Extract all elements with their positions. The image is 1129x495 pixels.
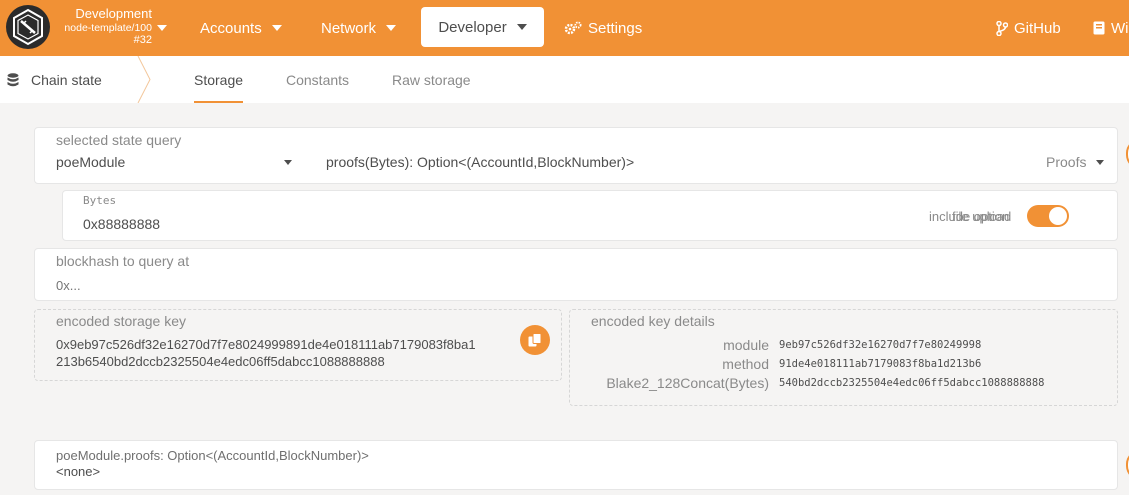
file-upload-label: file upload xyxy=(952,209,1012,224)
encoded-storage-key: encoded storage key 0x9eb97c526df32e1627… xyxy=(34,309,562,381)
nav-settings-label: Settings xyxy=(588,19,643,37)
copy-button[interactable] xyxy=(520,325,550,355)
module-dropdown[interactable]: poeModule xyxy=(35,128,305,183)
substrate-logo[interactable] xyxy=(6,5,50,49)
nav-developer[interactable]: Developer xyxy=(421,7,544,47)
nav-settings[interactable]: Settings xyxy=(564,0,642,56)
nav-github[interactable]: GitHub xyxy=(996,0,1061,56)
chevron-down-icon xyxy=(516,24,527,30)
top-navigation-bar: Development node-template/100 #32 Accoun… xyxy=(0,0,1129,56)
toggle-knob xyxy=(1049,207,1067,225)
module-value: poeModule xyxy=(56,154,126,170)
nav-wiki-label: Wi xyxy=(1111,19,1129,37)
encoded-key-label: encoded storage key xyxy=(56,313,186,329)
chain-name: Development xyxy=(75,6,152,21)
result-value: <none> xyxy=(56,464,101,479)
tab-raw-storage-label: Raw storage xyxy=(392,71,471,88)
encoded-key-line-2: 213b6540bd2dccb2325504e4edc06ff5dabcc108… xyxy=(56,354,385,369)
nav-accounts-label: Accounts xyxy=(200,19,262,37)
block-number: #32 xyxy=(133,34,152,47)
database-icon xyxy=(7,72,19,87)
key-detail-value: 540bd2dccb2325504e4edc06ff5dabcc10888888… xyxy=(779,377,1045,389)
state-query-selector: selected state query poeModule proofs(By… xyxy=(34,127,1118,184)
nav-developer-label: Developer xyxy=(438,18,507,36)
tab-storage-label: Storage xyxy=(194,71,244,88)
copy-icon xyxy=(528,332,542,346)
blockhash-label: blockhash to query at xyxy=(56,253,190,269)
method-dropdown[interactable]: proofs(Bytes): Option<(AccountId,BlockNu… xyxy=(315,128,1117,183)
cogs-icon xyxy=(564,21,582,35)
chain-runtime: node-template/100 xyxy=(64,21,152,34)
result-label: poeModule.proofs: Option<(AccountId,Bloc… xyxy=(56,448,369,463)
tab-constants-label: Constants xyxy=(286,71,350,88)
chain-selector[interactable]: Development node-template/100 #32 xyxy=(56,6,152,47)
method-signature: proofs(Bytes): Option<(AccountId,BlockNu… xyxy=(326,154,635,170)
key-detail-name: Blake2_128Concat(Bytes) xyxy=(606,375,769,391)
nav-wiki[interactable]: Wi xyxy=(1093,0,1129,56)
encoded-key-details: encoded key details module 9eb97c526df32… xyxy=(569,309,1118,406)
blockhash-input[interactable] xyxy=(56,275,1096,295)
chevron-down-icon xyxy=(386,25,397,31)
key-detail-name: module xyxy=(723,337,769,353)
nav-network-label: Network xyxy=(321,19,377,37)
section-title-label: Chain state xyxy=(31,71,102,88)
tab-constants[interactable]: Constants xyxy=(286,56,349,103)
nav-accounts[interactable]: Accounts xyxy=(200,0,282,56)
sub-navigation: Chain state Storage Constants Raw storag… xyxy=(0,56,1129,103)
key-detail-value: 91de4e018111ab7179083f8ba1d213b6 xyxy=(779,358,982,370)
tab-storage[interactable]: Storage xyxy=(194,56,244,103)
breadcrumb-separator xyxy=(137,56,151,103)
blockhash-field: blockhash to query at xyxy=(34,248,1118,301)
nav-github-label: GitHub xyxy=(1014,19,1061,37)
section-title: Chain state xyxy=(0,56,152,103)
bytes-param-label: Bytes xyxy=(83,194,117,207)
key-details-label: encoded key details xyxy=(591,313,715,329)
key-detail-name: method xyxy=(722,356,769,372)
code-branch-icon xyxy=(996,20,1008,36)
chevron-down-icon[interactable] xyxy=(157,25,167,31)
chevron-down-icon xyxy=(284,160,292,165)
tab-raw-storage[interactable]: Raw storage xyxy=(392,56,471,103)
chevron-down-icon xyxy=(271,25,282,31)
bytes-param-value: 0x88888888 xyxy=(83,216,161,232)
file-upload-toggle[interactable] xyxy=(1027,205,1069,227)
method-docs: Proofs xyxy=(1046,154,1087,170)
key-detail-value: 9eb97c526df32e16270d7f7e80249998 xyxy=(779,339,982,351)
query-result: poeModule.proofs: Option<(AccountId,Bloc… xyxy=(34,440,1118,490)
chevron-down-icon xyxy=(1096,160,1104,165)
encoded-key-line-1: 0x9eb97c526df32e16270d7f7e8024999891de4e… xyxy=(56,337,476,352)
substrate-logo-icon xyxy=(13,8,43,46)
book-icon xyxy=(1093,21,1105,35)
nav-network[interactable]: Network xyxy=(321,0,397,56)
bytes-param-field[interactable]: Bytes 0x88888888 include option file upl… xyxy=(62,190,1118,241)
